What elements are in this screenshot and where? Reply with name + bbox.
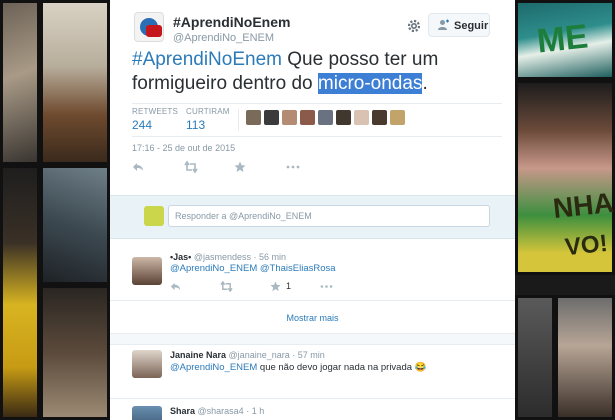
reply-avatar[interactable] — [132, 350, 162, 378]
reply-avatar[interactable] — [132, 406, 162, 420]
tweet-text: #AprendiNoEnem Que posso ter um formigue… — [132, 48, 502, 96]
reply-tweet[interactable]: Janaine Nara @janaine_nara · 57 min @Apr… — [110, 345, 515, 400]
section-divider — [110, 333, 515, 345]
star-icon[interactable] — [234, 160, 246, 174]
likes-label: CURTIRAM — [186, 107, 230, 116]
liker-avatar[interactable] — [318, 110, 333, 125]
mention-link[interactable]: @AprendiNo_ENEM — [170, 362, 257, 373]
reply-tweet[interactable]: Shara @sharasa4 · 1 h — [110, 400, 515, 420]
more-options-icon[interactable] — [286, 160, 300, 174]
divider — [110, 398, 515, 399]
divider — [110, 300, 515, 301]
liker-avatar[interactable] — [354, 110, 369, 125]
reply-text: @AprendiNo_ENEM que não devo jogar nada … — [170, 362, 427, 373]
star-icon[interactable] — [270, 281, 281, 292]
reply-author[interactable]: Janaine Nara @janaine_nara · 57 min — [170, 350, 325, 360]
follow-label: Seguir — [454, 20, 489, 32]
retweets-stat[interactable]: RETWEETS 244 — [132, 107, 178, 132]
reply-input[interactable]: Responder a @AprendiNo_ENEM — [168, 205, 490, 227]
tweet-text-end: . — [422, 73, 428, 94]
selected-text: micro-ondas — [317, 73, 423, 94]
reply-author[interactable]: •Jas• @jasmendess · 56 min — [170, 252, 286, 262]
reply-composer: Responder a @AprendiNo_ENEM — [110, 195, 515, 239]
reply-author[interactable]: Shara @sharasa4 · 1 h — [170, 406, 264, 416]
tweet-stats: RETWEETS 244 CURTIRAM 113 — [132, 103, 502, 137]
mention-link[interactable]: @AprendiNo_ENEM @ThaisEliasRosa — [170, 263, 336, 274]
photo-tile — [0, 0, 40, 165]
gear-icon[interactable] — [406, 18, 422, 34]
add-user-icon — [438, 19, 449, 30]
photo-tile — [515, 295, 555, 420]
background-photo-right: ME NHA VO! — [515, 0, 615, 420]
liker-avatar[interactable] — [246, 110, 261, 125]
likes-stat[interactable]: CURTIRAM 113 — [186, 107, 230, 132]
liker-avatar[interactable] — [300, 110, 315, 125]
liker-avatar[interactable] — [264, 110, 279, 125]
photo-tile — [555, 295, 615, 420]
photo-tile — [40, 285, 110, 420]
protest-sign-text: NHA — [551, 186, 615, 225]
more-options-icon[interactable] — [320, 281, 333, 292]
protest-sign-text: VO! — [563, 229, 609, 262]
user-handle[interactable]: @AprendiNo_ENEM — [173, 32, 274, 44]
photo-tile — [0, 165, 40, 420]
stats-divider — [238, 109, 239, 131]
like-count: 1 — [286, 281, 292, 291]
likes-count: 113 — [186, 118, 206, 132]
current-user-avatar — [144, 206, 164, 226]
reply-text: @AprendiNo_ENEM @ThaisEliasRosa — [170, 263, 336, 274]
follow-button[interactable]: Seguir — [428, 13, 490, 37]
tweet-timestamp[interactable]: 17:16 - 25 de out de 2015 — [132, 143, 235, 153]
reply-icon[interactable] — [132, 160, 144, 174]
reply-tweet[interactable]: •Jas• @jasmendess · 56 min @AprendiNo_EN… — [110, 247, 515, 303]
liker-avatar[interactable] — [390, 110, 405, 125]
reply-avatar[interactable] — [132, 257, 162, 285]
protest-sign-text: ME — [535, 17, 590, 61]
liker-avatar[interactable] — [372, 110, 387, 125]
retweets-count: 244 — [132, 118, 153, 132]
display-name[interactable]: #AprendiNoEnem — [173, 14, 290, 30]
retweets-label: RETWEETS — [132, 107, 179, 116]
background-photo-left — [0, 0, 110, 420]
liker-avatar[interactable] — [336, 110, 351, 125]
tweet-card: #AprendiNoEnem @AprendiNo_ENEM Seguir #A… — [110, 0, 515, 420]
retweet-icon[interactable] — [220, 281, 233, 292]
liker-avatar[interactable] — [282, 110, 297, 125]
profile-avatar[interactable] — [134, 12, 164, 42]
reply-icon[interactable] — [170, 281, 181, 292]
tweet-actions — [132, 160, 332, 176]
photo-tile — [40, 165, 110, 285]
photo-tile — [40, 0, 110, 165]
reply-actions: 1 — [170, 281, 370, 293]
hashtag-link[interactable]: #AprendiNoEnem — [132, 49, 282, 70]
retweet-icon[interactable] — [184, 160, 198, 174]
